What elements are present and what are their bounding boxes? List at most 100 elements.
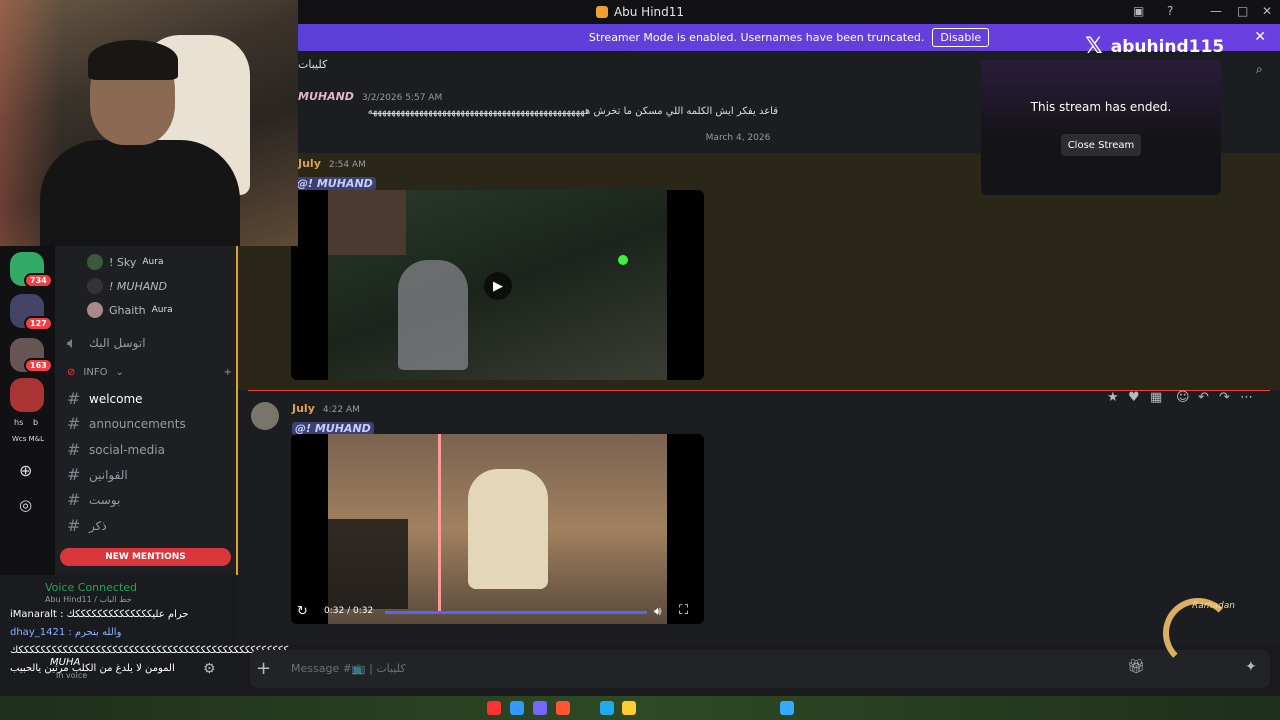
speaker-icon: 🔈︎ [67,333,77,352]
mention-tag[interactable]: @! MUHAND [294,172,376,191]
disable-button[interactable]: Disable [932,28,990,47]
help-icon[interactable]: ? [1167,4,1173,18]
voice-user[interactable]: ! MUHAND [87,278,167,294]
message-author[interactable]: MUHAND [298,90,354,103]
voice-user-name: ! Sky [109,255,137,269]
inbox-icon[interactable]: ▣ [1133,4,1144,18]
mention-text[interactable]: @! MUHAND [294,177,376,190]
stream-ended-text: This stream has ended. [1030,100,1172,114]
server-badge: 734 [24,273,53,288]
no-entry-icon: ⊘ [67,367,76,378]
forward-icon[interactable]: ↷ [1219,390,1230,405]
settings-gear-icon[interactable]: ⚙ [203,661,216,677]
channel-name: بوست [89,492,121,507]
message-timestamp: 3/2/2026 5:57 AM [361,93,443,103]
video-frame [328,434,667,624]
taskbar-app-icon[interactable] [510,701,524,715]
message-header: MUHAND 3/2/2026 5:57 AM [298,90,442,103]
voice-user[interactable]: ! Sky Aura [87,254,163,270]
avatar[interactable] [251,402,279,430]
reaction-icon[interactable]: ☺ [1176,390,1190,405]
taskbar-app-icon[interactable] [556,701,570,715]
gift-icon[interactable]: 🎁︎ [1127,659,1145,675]
ramadan-label: Ramadan [1192,601,1235,611]
message-author[interactable]: July [298,157,321,170]
message-timestamp: 4:22 AM [322,405,360,415]
more-icon[interactable]: ⋯ [1240,390,1253,405]
sticker-icon[interactable]: ▦ [1150,390,1162,405]
channel-item[interactable]: # announcements [67,414,232,433]
channel-item[interactable]: # القوانين [67,465,232,484]
x-logo-icon: 𝕏 [1085,34,1103,59]
voice-user-name: Ghaith [109,303,146,317]
chat-line: المومن لا يلدغ من الكلب مرتين يالحبيب [10,663,175,674]
taskbar-app-icon[interactable] [600,701,614,715]
video-attachment[interactable]: ▶ [291,190,704,380]
hash-icon: # [67,516,81,535]
category-name: INFO [83,367,108,378]
taskbar-app-icon[interactable] [622,701,636,715]
avatar [87,302,103,318]
close-stream-button[interactable]: Close Stream [1061,134,1141,156]
server-icon[interactable] [10,378,44,412]
star-icon[interactable]: ★ [1107,390,1119,405]
voice-status[interactable]: Voice Connected [45,581,137,594]
streamer-hair [88,40,178,80]
banner-text: Streamer Mode is enabled. Usernames have… [588,31,925,44]
start-icon[interactable] [780,701,794,715]
chevron-down-icon: ⌄ [115,367,124,378]
taskbar-app-icon[interactable] [533,701,547,715]
new-mentions-button[interactable]: NEW MENTIONS [60,548,231,566]
channel-name: ذكر [89,518,107,533]
attach-plus-icon[interactable]: + [256,658,271,679]
volume-icon[interactable]: 🔊︎ [654,604,662,619]
heart-icon[interactable]: ♥ [1128,390,1140,405]
server-label-wcs[interactable]: Wcs M&L [12,435,44,443]
stream-ended-panel: This stream has ended. Close Stream [981,60,1221,195]
figure-shape [398,260,468,370]
webcam-overlay [0,0,298,246]
reply-icon[interactable]: ↶ [1198,390,1209,405]
search-icon[interactable]: ⌕ [1256,62,1263,77]
message-header: July 4:22 AM [292,402,360,415]
taskbar-app-icon[interactable] [487,701,501,715]
message-author[interactable]: July [292,402,315,415]
avatar [87,254,103,270]
message-header: July 2:54 AM [298,157,366,170]
hash-icon: # [67,414,81,433]
in-voice-label: In voice [56,671,88,680]
minimize-icon[interactable]: — [1210,4,1222,18]
chair-shape [468,469,548,589]
add-server-icon[interactable]: ⊕ [19,461,32,480]
server-label-hs[interactable]: hs [14,418,23,427]
banner-close-icon[interactable]: ✕ [1254,29,1266,45]
hash-icon: # [67,440,81,459]
video-progress-track[interactable] [385,611,647,614]
channel-item[interactable]: # بوست [67,490,232,509]
maximize-icon[interactable]: □ [1237,4,1248,18]
message-text: قاعد يفكر ايش الكلمه اللي مسكن ما تخرش ه… [367,106,778,117]
voice-user[interactable]: Ghaith Aura [87,302,173,318]
replay-icon[interactable]: ↻ [297,604,308,619]
server-label-b[interactable]: b [33,418,38,427]
chat-line: dhay_1421 : والله بنحرم [10,627,122,638]
video-attachment[interactable]: ↻ 0:32 / 0:32 🔊︎ ⛶ [291,434,704,624]
discover-icon[interactable]: ◎ [19,496,32,514]
channel-header: كليبات [298,58,328,71]
add-channel-icon[interactable]: + [224,367,232,378]
window-title: Abu Hind11 [613,5,685,19]
channel-item[interactable]: # social-media [67,440,232,459]
category-header[interactable]: ⊘ INFO ⌄ + [67,367,232,378]
server-badge: 163 [24,358,53,373]
play-icon[interactable]: ▶ [484,272,512,300]
x-handle-overlay: 𝕏 abuhind115 [1085,34,1224,59]
close-window-icon[interactable]: ✕ [1262,4,1272,18]
channel-name: welcome [89,391,143,406]
light-strip [438,434,441,614]
fullscreen-icon[interactable]: ⛶ [679,603,688,618]
channel-item[interactable]: # ذكر [67,516,232,535]
message-input[interactable]: Message #📺 | كليبات [291,662,406,675]
voice-channel[interactable]: 🔈︎ اتوسل اليك [67,333,232,353]
channel-item[interactable]: # welcome [67,389,232,408]
apps-icon[interactable]: ✦ [1245,659,1257,675]
